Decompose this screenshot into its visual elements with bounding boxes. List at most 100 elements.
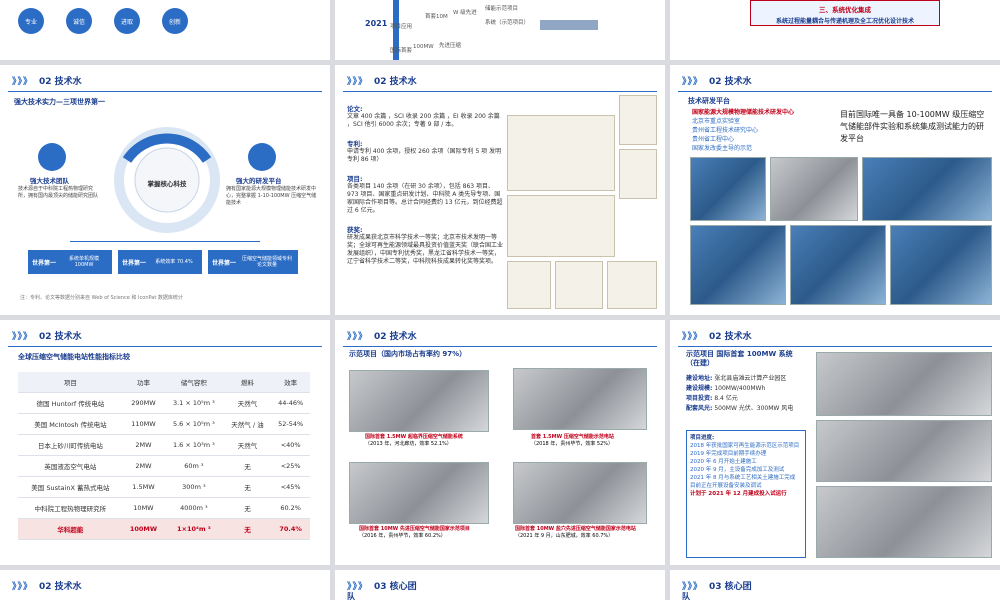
lab-photo xyxy=(790,225,886,305)
lab-photo xyxy=(690,225,786,305)
right-title: 强大的研发平台 xyxy=(236,177,282,185)
chevrons-icon: 》》》 xyxy=(682,77,704,87)
project-photo xyxy=(349,370,489,432)
table-cell: 2MW xyxy=(122,455,165,477)
fact-value: 张北县庙滩云计算产业园区 xyxy=(714,375,787,382)
fact-row: 建设地址: 张北县庙滩云计算产业园区 xyxy=(686,374,804,384)
slide-bottom-right[interactable]: 》》》 03 核心团 队 xyxy=(670,570,1000,600)
table-row: 日本上砂川町传统电站 2MW 1.6 × 10³m ³ 天然气 <40% xyxy=(18,434,310,456)
achievement-heading: 专利: xyxy=(347,140,363,148)
progress-item: 2020 年 9 月，主设备完成加工及测试 xyxy=(690,467,785,473)
left-desc: 技术源自于中科院工程热物理研究所，拥有国内最顶尖的储能研究团队 xyxy=(18,186,99,199)
caption-highlight: 首套 1.5MW 压缩空气储能示范电站 xyxy=(531,434,614,440)
achievement-heading: 项目: xyxy=(347,175,363,183)
table-row: 德国 Huntorf 传统电站 290MW 3.1 × 10⁵m ³ 天然气 44-46… xyxy=(18,392,310,414)
slide-achievements[interactable]: 》》》 02 技术水 论文: 文章 400 余篇 ，SCI 收录 200 余篇 ，… xyxy=(335,65,665,315)
table-cell: 110MW xyxy=(122,413,165,435)
platform-callout: 目前国际唯一具备 10-100MW 级压缩空气储能部件实验和系统集成测试能力的研… xyxy=(840,110,985,143)
slide-top-right[interactable]: 三、系统优化集成 系统过程能量耦合与传递机理及全工况优化设计技术 xyxy=(670,0,1000,60)
slide-bottom-left[interactable]: 》》》 02 技术水 xyxy=(0,570,330,600)
timeline-label: 项目应用 xyxy=(390,24,413,30)
fact-key: 配套风光: xyxy=(686,405,713,412)
chevrons-icon: 》》》 xyxy=(347,77,369,87)
timeline-year: 2021 xyxy=(365,19,388,28)
header-rule xyxy=(343,91,657,92)
table-cell: <45% xyxy=(271,476,310,498)
fact-key: 项目投资: xyxy=(686,395,713,402)
timeline-item: W 级先进 xyxy=(453,10,477,16)
caption-detail: （2021 年 9 月，山东肥城，效率 60.7%） xyxy=(515,533,614,539)
header-rule xyxy=(8,346,322,347)
section-title-tail: 队 xyxy=(347,592,355,600)
achievement-text: 文章 400 余篇 ，SCI 收录 200 余篇 ，EI 收录 200 余篇 ，… xyxy=(347,113,500,128)
slide-header: 》》》 02 技术水 xyxy=(12,329,82,342)
lab-photo xyxy=(862,157,992,221)
column-header: 功率 xyxy=(122,372,165,393)
slide-title: 强大技术实力—三项世界第一 xyxy=(14,98,105,106)
table-cell: 100MW xyxy=(122,518,165,540)
table-cell: 60.2% xyxy=(271,497,310,519)
table-cell: 3.1 × 10⁵m ³ xyxy=(164,392,224,414)
caption-detail: （2016 年，贵州毕节，效率 60.2%） xyxy=(359,533,446,539)
project-photo xyxy=(349,462,489,524)
value-tag: 创新 xyxy=(162,8,188,34)
paper-chart-image xyxy=(507,115,615,191)
fact-value: 8.4 亿元 xyxy=(714,395,738,402)
chevrons-icon: 》》》 xyxy=(12,77,34,87)
system-title: 三、系统优化集成 xyxy=(819,6,871,14)
world-first-box: 世界第一 系统效率 70.4% xyxy=(118,250,202,274)
lab-photo xyxy=(690,157,766,221)
fact-key: 建设地址: xyxy=(686,375,713,382)
slide-100mw-project[interactable]: 》》》 02 技术水 示范项目 国际首套 100MW 系统（在建） 建设地址: 张… xyxy=(670,320,1000,565)
world-first-label: 世界第一 xyxy=(212,259,237,267)
world-first-text: 压缩空气储能领域专利论文数量 xyxy=(242,256,293,268)
table-cell: 290MW xyxy=(122,392,165,414)
column-header: 燃料 xyxy=(223,372,272,393)
progress-box: 项目进度: 2018 年获批国家可再生能源示范区示范项目 2019 年完成项目前… xyxy=(686,430,806,558)
caption-highlight: 国际首套 10MW 先进压缩空气储能国家示范项目 xyxy=(359,526,470,532)
slide-top-middle[interactable]: 2021 项目应用 首套10M W 级先进 储能示范项目 系统（示范项目） 国际… xyxy=(335,0,665,60)
table-cell: 60m ³ xyxy=(164,455,224,477)
slide-header: 》》》 02 技术水 xyxy=(682,329,752,342)
fact-value: 500MW 光伏、300MW 风电 xyxy=(714,405,794,412)
slide-grid: 专业 诚信 进取 创新 2021 项目应用 首套10M W 级先进 储能示范项目… xyxy=(0,0,1000,600)
table-cell: 天然气 xyxy=(223,434,272,456)
progress-item: 目前正在开展设备安装及调试 xyxy=(690,483,762,489)
timeline-item: 先进压缩 xyxy=(439,43,462,49)
slide-title: 示范项目（国内市场占有率约 97%） xyxy=(349,350,467,358)
left-title: 强大技术团队 xyxy=(30,177,69,185)
platform-item: 国家发改委主导的示范 xyxy=(692,145,753,152)
section-title: 02 技术水 xyxy=(709,332,752,342)
achievement-heading: 论文: xyxy=(347,105,363,113)
chevrons-icon: 》》》 xyxy=(682,332,704,342)
slide-rd-platform[interactable]: 》》》 02 技术水 技术研发平台 国家能源大规模物理储能技术研发中心 北京市重点… xyxy=(670,65,1000,315)
chevrons-icon: 》》》 xyxy=(12,332,34,342)
award-image xyxy=(507,261,551,309)
project-photo xyxy=(513,368,647,430)
table-cell: 德国 Huntorf 传统电站 xyxy=(18,392,123,414)
table-cell: 70.4% xyxy=(271,518,310,540)
progress-title: 项目进度: xyxy=(690,435,715,441)
platform-item: 北京市重点实验室 xyxy=(692,118,741,125)
table-cell: 1×10⁴m ³ xyxy=(164,518,224,540)
slide-tech-strength[interactable]: 》》》 02 技术水 强大技术实力—三项世界第一 强大技术团队 技术源自于中科院工… xyxy=(0,65,330,315)
table-cell: 中科院工程热物理研究所 xyxy=(18,497,123,519)
table-cell: 无 xyxy=(223,455,272,477)
table-cell: 英国液态空气电站 xyxy=(18,455,123,477)
fact-value: 100MW/400MWh xyxy=(714,385,766,392)
fact-row: 配套风光: 500MW 光伏、300MW 风电 xyxy=(686,404,804,414)
progress-item: 2019 年完成项目前期手续办理 xyxy=(690,451,767,457)
project-caption: 国际首套 10MW 先进压缩空气储能国家示范项目 （2016 年，贵州毕节，效率 … xyxy=(359,526,489,540)
progress-item: 2018 年获批国家可再生能源示范区示范项目 xyxy=(690,443,800,449)
slide-title: 技术研发平台 xyxy=(688,97,730,105)
slide-demo-projects[interactable]: 》》》 02 技术水 示范项目（国内市场占有率约 97%） 国际首套 1.5MW … xyxy=(335,320,665,565)
slide-bottom-middle[interactable]: 》》》 03 核心团 队 xyxy=(335,570,665,600)
table-cell: 44-46% xyxy=(271,392,310,414)
platform-item: 国家能源大规模物理储能技术研发中心 xyxy=(692,109,795,116)
world-first-label: 世界第一 xyxy=(32,259,57,267)
timeline-item: 储能示范项目 xyxy=(485,6,519,12)
header-rule xyxy=(678,346,992,347)
progress-item: 计划于 2021 年 12 月建成投入试运行 xyxy=(690,491,787,497)
slide-top-left[interactable]: 专业 诚信 进取 创新 xyxy=(0,0,330,60)
slide-comparison-table[interactable]: 》》》 02 技术水 全球压缩空气储能电站性能指标比较 项目 功率 储气容积 燃料… xyxy=(0,320,330,565)
